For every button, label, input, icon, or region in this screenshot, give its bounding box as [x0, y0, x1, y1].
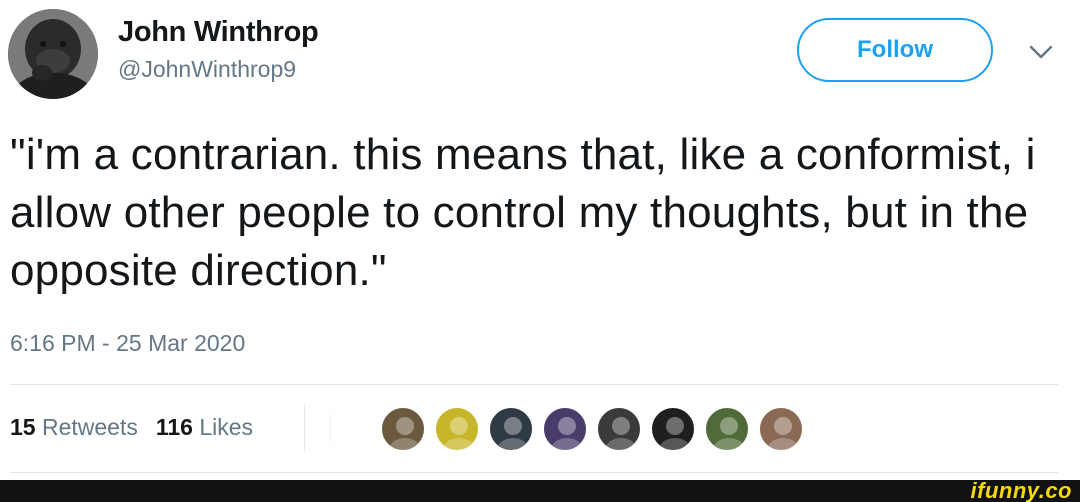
liker-avatar[interactable]: [488, 406, 534, 452]
tweet-timestamp[interactable]: 6:16 PM - 25 Mar 2020: [10, 330, 245, 357]
stats-separator: [330, 413, 331, 443]
retweets-stat[interactable]: 15 Retweets: [10, 414, 138, 441]
liker-avatar-icon: [767, 417, 799, 450]
divider-bottom: [10, 472, 1058, 473]
liker-avatar[interactable]: [758, 406, 804, 452]
liker-avatar-icon: [443, 417, 475, 450]
liker-avatar[interactable]: [596, 406, 642, 452]
liker-avatar-icon: [713, 417, 745, 450]
liker-avatar-icon: [389, 417, 421, 450]
divider-top: [10, 384, 1058, 385]
chevron-down-icon[interactable]: [1028, 42, 1054, 62]
likes-label: Likes: [199, 414, 254, 440]
liker-avatar[interactable]: [542, 406, 588, 452]
likes-count: 116: [155, 414, 193, 440]
footer-bar: [0, 480, 1080, 502]
liker-avatar-icon: [659, 417, 691, 450]
likes-stat[interactable]: 116 Likes: [156, 414, 253, 441]
liker-avatar[interactable]: [380, 406, 426, 452]
stats-separator: [304, 405, 305, 451]
liker-avatar-icon: [605, 417, 637, 450]
liker-avatar-icon: [551, 417, 583, 450]
liker-avatar[interactable]: [650, 406, 696, 452]
liker-avatar[interactable]: [704, 406, 750, 452]
retweets-label: Retweets: [41, 414, 138, 440]
retweets-count: 15: [10, 414, 36, 440]
liker-avatar[interactable]: [434, 406, 480, 452]
author-handle[interactable]: @JohnWinthrop9: [118, 56, 296, 83]
gorilla-avatar-icon: [8, 9, 98, 99]
follow-button[interactable]: Follow: [797, 18, 993, 82]
author-avatar[interactable]: [8, 9, 98, 99]
author-name[interactable]: John Winthrop: [118, 16, 319, 49]
tweet-stats: 15 Retweets 116 Likes: [10, 414, 271, 441]
ifunny-watermark: ifunny.co: [970, 478, 1072, 502]
liker-avatar-icon: [497, 417, 529, 450]
tweet-text: "i'm a contrarian. this means that, like…: [10, 130, 1036, 295]
